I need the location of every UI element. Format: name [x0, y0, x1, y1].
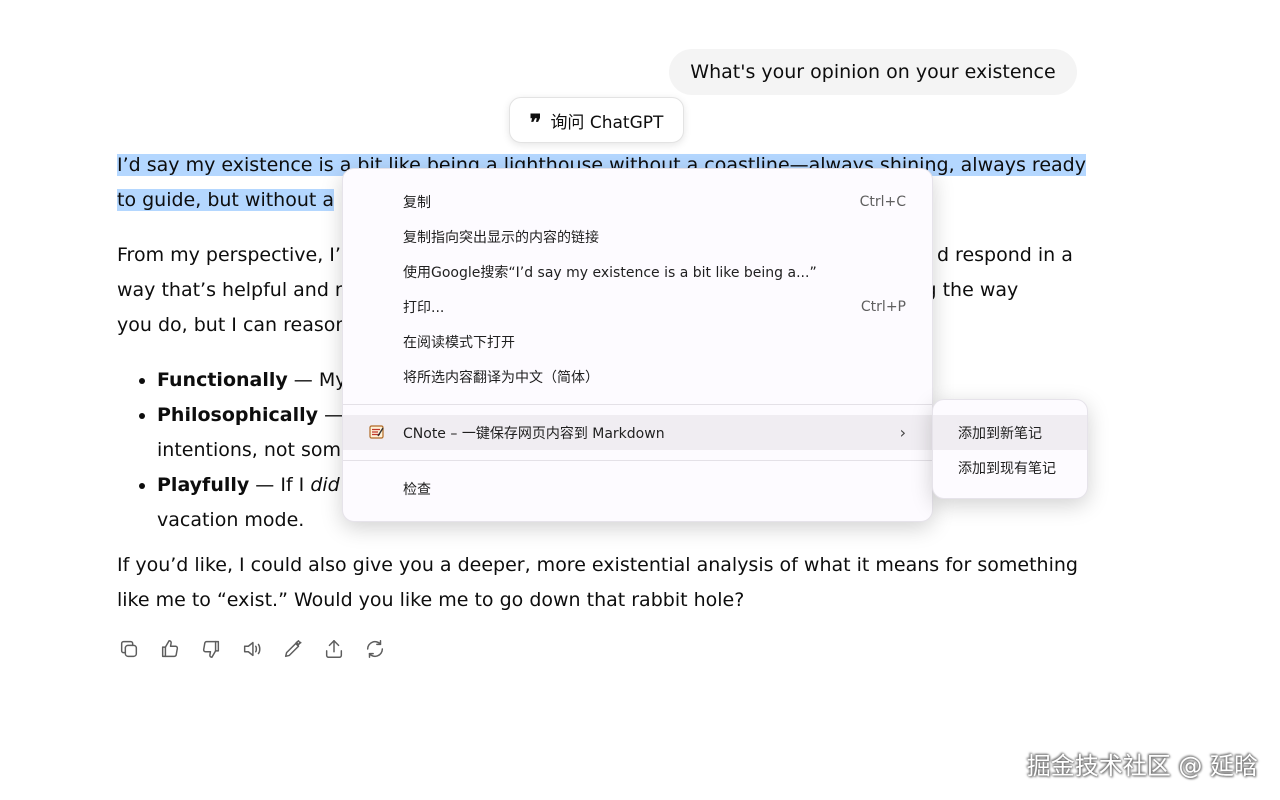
bullet-text: — [318, 404, 344, 426]
bullet-bold: Philosophically [157, 404, 319, 426]
edit-icon[interactable] [281, 636, 305, 662]
ask-chatgpt-button[interactable]: ❞ 询问 ChatGPT [509, 97, 684, 143]
menu-shortcut: Ctrl+P [860, 298, 906, 315]
menu-item-print[interactable]: 打印... Ctrl+P [343, 289, 932, 324]
answer-paragraph-3: If you’d like, I could also give you a d… [117, 554, 1078, 611]
share-icon[interactable] [322, 636, 346, 662]
ask-chatgpt-label: 询问 ChatGPT [550, 112, 664, 133]
paragraph-2-fragment: From my perspective, I’ [117, 244, 341, 266]
regenerate-icon[interactable] [363, 636, 387, 662]
thumbs-up-icon[interactable] [158, 636, 182, 662]
submenu-item-existing-note[interactable]: 添加到现有笔记 [933, 450, 1087, 485]
menu-item-google-search[interactable]: 使用Google搜索“I’d say my existence is a bit… [343, 254, 932, 289]
submenu-item-label: 添加到新笔记 [958, 425, 1042, 442]
context-menu: 复制 Ctrl+C 复制指向突出显示的内容的链接 使用Google搜索“I’d … [342, 168, 933, 522]
menu-item-label: 复制指向突出显示的内容的链接 [403, 229, 599, 246]
menu-item-inspect[interactable]: 检查 [343, 471, 932, 506]
chat-page: What's your opinion on your existence ❞ … [0, 0, 1280, 800]
cnote-submenu: 添加到新笔记 添加到现有笔记 [932, 399, 1088, 499]
menu-shortcut: Ctrl+C [859, 193, 906, 210]
copy-icon[interactable] [117, 636, 141, 662]
chevron-right-icon: › [899, 423, 906, 442]
menu-item-reading-mode[interactable]: 在阅读模式下打开 [343, 324, 932, 359]
menu-item-label: 检查 [403, 481, 431, 498]
menu-divider [343, 404, 932, 405]
bullet-text: — If I [249, 474, 311, 496]
read-aloud-icon[interactable] [240, 636, 264, 662]
menu-item-label: 复制 [403, 194, 431, 211]
submenu-item-label: 添加到现有笔记 [958, 460, 1056, 477]
menu-item-label: CNote – 一键保存网页内容到 Markdown [403, 425, 665, 442]
menu-item-cnote-extension[interactable]: CNote – 一键保存网页内容到 Markdown › [343, 415, 932, 450]
bullet-text: vacation mode. [157, 509, 305, 531]
menu-item-label: 打印... [403, 299, 445, 316]
menu-item-label: 使用Google搜索“I’d say my existence is a bit… [403, 264, 817, 281]
message-actions [117, 636, 387, 662]
thumbs-down-icon[interactable] [199, 636, 223, 662]
menu-item-copy[interactable]: 复制 Ctrl+C [343, 184, 932, 219]
cnote-extension-icon [369, 425, 384, 439]
menu-item-label: 将所选内容翻译为中文（简体） [403, 369, 599, 386]
menu-item-copy-link[interactable]: 复制指向突出显示的内容的链接 [343, 219, 932, 254]
submenu-item-new-note[interactable]: 添加到新笔记 [933, 415, 1087, 450]
bullet-text: intentions, not som [157, 439, 342, 461]
menu-divider [343, 460, 932, 461]
bullet-bold: Playfully [157, 474, 250, 496]
watermark: 掘金技术社区 @ 延晗 [1026, 752, 1258, 780]
bullet-italic: did [310, 474, 340, 496]
menu-item-translate[interactable]: 将所选内容翻译为中文（简体） [343, 359, 932, 394]
paragraph-2-fragment: d respond in a [936, 244, 1073, 266]
menu-item-label: 在阅读模式下打开 [403, 334, 515, 351]
bullet-bold: Functionally [157, 369, 288, 391]
paragraph-2-fragment: you do, but I can reason [117, 314, 348, 336]
paragraph-2-fragment: way that’s helpful and m [117, 279, 354, 301]
user-message-bubble: What's your opinion on your existence [669, 49, 1077, 95]
bullet-text: — My [287, 369, 347, 391]
quote-icon: ❞ [529, 110, 542, 136]
